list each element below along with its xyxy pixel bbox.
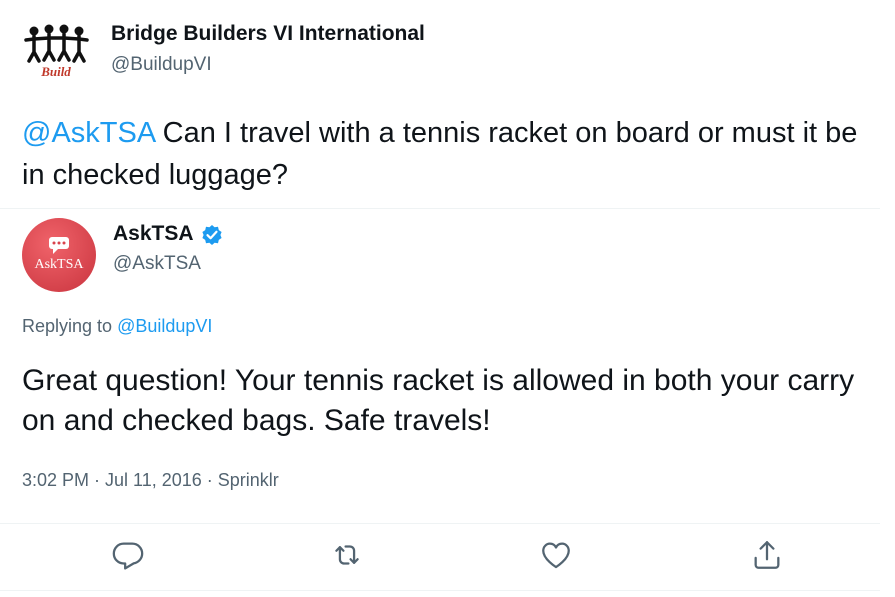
bb-logo-text: Build	[40, 64, 71, 79]
reply-icon[interactable]	[111, 538, 145, 572]
author-handle[interactable]: @BuildupVI	[111, 54, 212, 76]
meta-divider	[0, 523, 880, 524]
retweet-icon[interactable]	[330, 538, 364, 572]
author-display-name[interactable]: Bridge Builders VI International	[111, 22, 425, 46]
share-icon[interactable]	[750, 538, 784, 572]
action-bar	[0, 525, 895, 587]
asktsa-logo-icon[interactable]: AskTSA	[22, 218, 96, 292]
action-bar-bottom-divider	[0, 590, 880, 591]
tweet-divider	[0, 208, 880, 209]
tweet-timestamp[interactable]: 3:02 PM · Jul 11, 2016 · Sprinklr	[22, 470, 279, 491]
reply-handle[interactable]: @AskTSA	[113, 253, 201, 275]
mention-link[interactable]: @AskTSA	[22, 117, 155, 149]
reply-display-name[interactable]: AskTSA	[113, 222, 194, 246]
verified-badge-icon	[201, 224, 223, 246]
original-tweet: Build Bridge Builders VI International @…	[0, 0, 895, 208]
replying-to-link[interactable]: @BuildupVI	[117, 316, 212, 336]
asktsa-logo-text: AskTSA	[34, 257, 84, 272]
replying-prefix: Replying to	[22, 316, 113, 336]
reply-text: Great question! Your tennis racket is al…	[22, 364, 855, 437]
bridge-builders-logo-icon[interactable]: Build	[20, 14, 92, 86]
tweet-text: @AskTSA Can I travel with a tennis racke…	[22, 112, 882, 196]
heart-icon[interactable]	[539, 538, 573, 572]
replying-to-line: Replying to @BuildupVI	[22, 316, 212, 337]
